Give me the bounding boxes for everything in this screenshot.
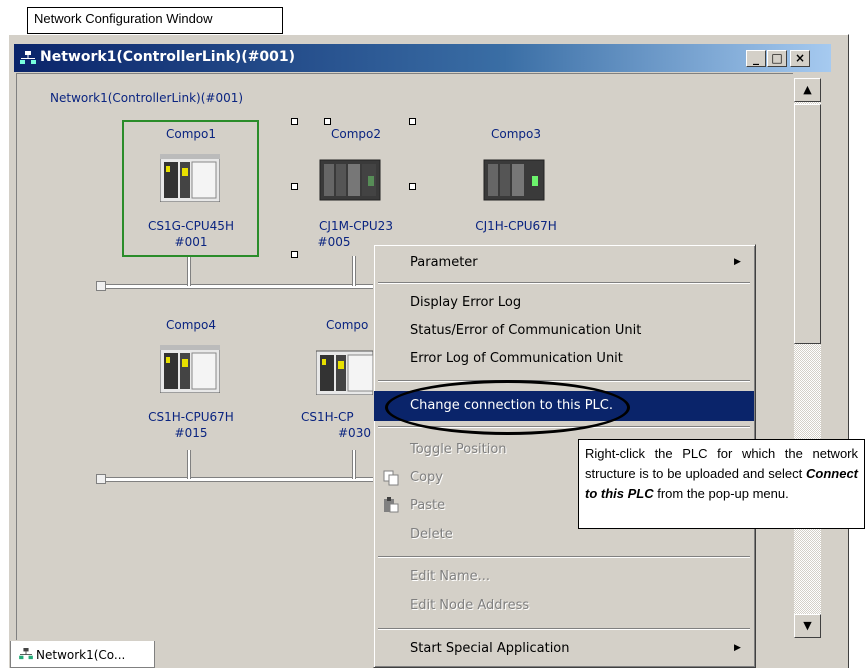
node-drop-line xyxy=(187,450,191,479)
node-model: CJ1M-CPU23 xyxy=(319,219,393,233)
node-name: Compo4 xyxy=(165,318,216,332)
selection-handle[interactable] xyxy=(324,118,331,125)
plc-cj-icon[interactable] xyxy=(318,156,382,204)
bus-terminator xyxy=(96,474,106,484)
tab-network1[interactable]: Network1(Co... xyxy=(10,641,155,668)
plc-cs-icon[interactable] xyxy=(316,347,373,395)
figure-caption: Network Configuration Window xyxy=(27,7,283,34)
plc-cj-icon[interactable] xyxy=(482,156,546,204)
menu-item-label: Parameter xyxy=(410,255,478,270)
menu-item-edit-name[interactable]: Edit Name... xyxy=(374,563,754,591)
node-name: Compo2 xyxy=(330,127,381,141)
network-icon xyxy=(20,51,36,64)
node-address: #015 xyxy=(174,426,208,440)
highlight-ellipse xyxy=(385,380,630,435)
minimize-button[interactable]: _ xyxy=(746,50,766,67)
plc-cs-icon[interactable] xyxy=(160,154,220,202)
maximize-button[interactable]: □ xyxy=(767,50,787,67)
scroll-down-button[interactable]: ▼ xyxy=(794,614,821,638)
menu-item-parameter[interactable]: Parameter xyxy=(374,249,754,277)
selection-handle[interactable] xyxy=(291,251,298,258)
instruction-callout: Right-click the PLC for which the networ… xyxy=(578,439,865,529)
node-model: CS1H-CP xyxy=(301,410,354,424)
menu-item-error-log-comm-unit[interactable]: Error Log of Communication Unit xyxy=(374,345,754,373)
menu-item-status-error[interactable]: Status/Error of Communication Unit xyxy=(374,317,754,345)
node-address: #030 xyxy=(338,426,371,440)
node-drop-line xyxy=(352,256,356,286)
network-bus xyxy=(100,284,374,289)
scrollbar-thumb[interactable] xyxy=(794,104,821,344)
network-bus xyxy=(100,477,374,482)
menu-item-label: Display Error Log xyxy=(410,295,522,310)
menu-item-label: Error Log of Communication Unit xyxy=(410,351,623,366)
node-model: CJ1H-CPU67H xyxy=(475,219,557,233)
window-title: Network1(ControllerLink)(#001) xyxy=(40,49,296,65)
menu-item-label: Paste xyxy=(410,498,446,513)
node-model: CS1H-CPU67H xyxy=(148,410,234,424)
menu-item-label: Edit Node Address xyxy=(410,598,530,613)
menu-item-label: Edit Name... xyxy=(410,569,491,584)
tab-label: Network1(Co... xyxy=(36,648,126,662)
menu-separator xyxy=(378,556,750,558)
close-button[interactable]: × xyxy=(790,50,810,67)
plc-cs-icon[interactable] xyxy=(160,345,220,393)
menu-item-label: Delete xyxy=(410,527,453,542)
selection-handle[interactable] xyxy=(409,183,416,190)
selection-handle[interactable] xyxy=(409,118,416,125)
menu-separator xyxy=(378,380,750,382)
menu-separator xyxy=(378,628,750,630)
scroll-up-button[interactable]: ▲ xyxy=(794,78,821,102)
menu-item-start-special-application[interactable]: Start Special Application xyxy=(374,635,754,663)
submenu-arrow-icon: ▶ xyxy=(734,643,741,653)
node-name: Compo xyxy=(326,318,369,332)
node-drop-line xyxy=(352,450,356,479)
bus-terminator xyxy=(96,281,106,291)
menu-item-display-error-log[interactable]: Display Error Log xyxy=(374,289,754,317)
node-name: Compo1 xyxy=(165,127,216,141)
network-icon xyxy=(19,648,33,660)
node-name: Compo3 xyxy=(490,127,541,141)
menu-item-label: Copy xyxy=(410,470,443,485)
submenu-arrow-icon: ▶ xyxy=(734,257,741,267)
callout-text: from the pop-up menu. xyxy=(653,486,789,501)
selection-handle[interactable] xyxy=(291,118,298,125)
node-address: #001 xyxy=(174,235,208,249)
menu-item-label: Status/Error of Communication Unit xyxy=(410,323,642,338)
menu-item-label: Toggle Position xyxy=(410,442,507,457)
node-address: #005 xyxy=(317,235,351,249)
network-label: Network1(ControllerLink)(#001) xyxy=(50,91,244,105)
menu-item-label: Start Special Application xyxy=(410,641,570,656)
node-drop-line xyxy=(187,256,191,286)
menu-separator xyxy=(378,282,750,284)
menu-item-edit-node-address[interactable]: Edit Node Address xyxy=(374,592,754,620)
node-model: CS1G-CPU45H xyxy=(148,219,234,233)
selection-handle[interactable] xyxy=(291,183,298,190)
